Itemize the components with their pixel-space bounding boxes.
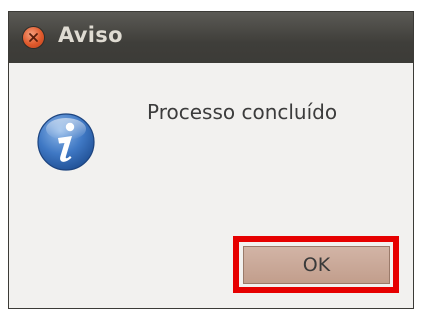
window-title: Aviso <box>58 23 123 47</box>
ok-button[interactable]: OK <box>243 246 390 284</box>
info-icon <box>37 113 95 171</box>
dialog-content: Processo concluído OK <box>9 63 413 308</box>
close-icon <box>29 33 38 42</box>
dialog-message: Processo concluído <box>147 100 338 124</box>
close-button[interactable] <box>23 27 44 48</box>
title-bar[interactable]: Aviso <box>9 12 413 63</box>
dialog-window: Aviso Processo concluído OK <box>8 11 414 309</box>
